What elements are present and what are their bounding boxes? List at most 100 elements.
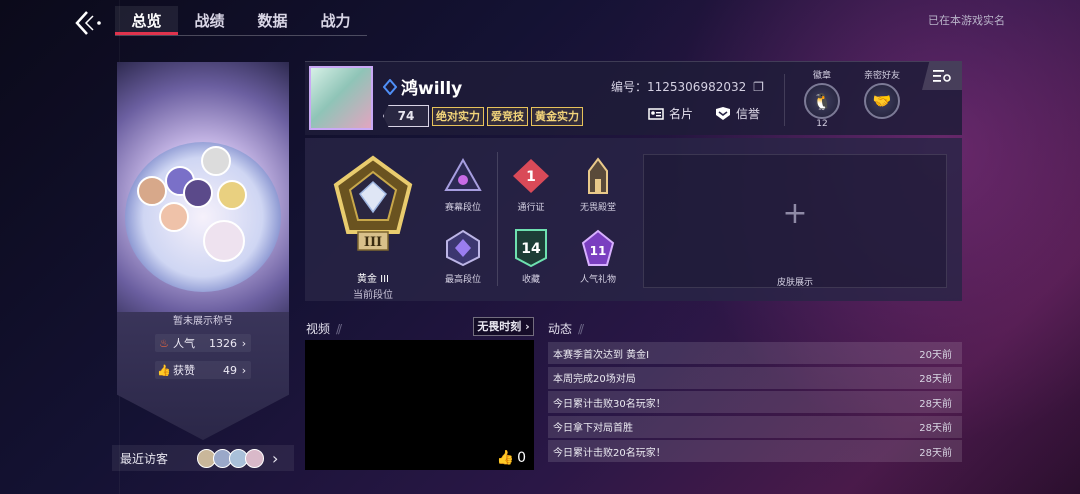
popularity-label: 人气 — [173, 337, 195, 350]
player-level: 74 — [383, 105, 429, 127]
back-button[interactable] — [72, 8, 106, 38]
highest-rank[interactable]: 最高段位 — [435, 228, 491, 285]
player-title: 暂未展示称号 — [173, 316, 233, 327]
tag-loves-competition: 爱竞技 — [487, 106, 528, 126]
valor-moments-label: 无畏时刻 — [477, 320, 522, 333]
feed-section-header: 动态 // — [548, 320, 584, 337]
handshake-icon: 🤝 — [864, 83, 900, 119]
decorative-slashes: // — [336, 322, 342, 336]
recent-visitors-label: 最近访客 — [120, 451, 169, 466]
likes-row[interactable]: 👍 获赞 49 › — [155, 361, 251, 379]
feed-time: 28天前 — [919, 374, 952, 386]
settings-button[interactable] — [922, 62, 962, 90]
feed-section-title: 动态 — [548, 322, 573, 336]
card-artwork — [117, 62, 289, 312]
badge-icon: 🐧 — [804, 83, 840, 119]
video-section-title: 视频 — [306, 322, 331, 336]
feed-text: 本周完成20场对局 — [553, 374, 636, 386]
battle-pass-value: 1 — [526, 169, 536, 185]
likes-label: 获赞 — [173, 364, 195, 377]
hall-of-valor[interactable]: 无畏殿堂 — [570, 156, 626, 213]
profile-panel: 鸿willy 74 绝对实力 爱竞技 黄金实力 编号：1125306982032… — [305, 61, 962, 135]
season-rank-label: 赛幕段位 — [444, 203, 481, 213]
feed-time: 20天前 — [919, 349, 952, 361]
collection-icon: 14 — [511, 228, 551, 268]
battle-pass-icon: 1 — [511, 156, 551, 196]
video-section-header: 视频 // — [306, 320, 342, 337]
tag-gold-strength: 黄金实力 — [531, 106, 583, 126]
recent-visitors-bar[interactable]: 最近访客 › — [112, 445, 294, 471]
badge-label: 徽章 — [812, 71, 831, 81]
player-avatar[interactable] — [309, 66, 373, 130]
tab-bar: 总览 战绩 数据 战力 — [115, 6, 367, 36]
flame-icon: ♨ — [159, 336, 169, 350]
character-face-icon — [217, 180, 247, 210]
visitor-avatar[interactable] — [245, 448, 264, 468]
chevron-right-icon: › — [272, 448, 279, 468]
popularity-gift[interactable]: 11 人气礼物 — [570, 228, 626, 285]
current-rank[interactable]: III 黄金 III 当前段位 — [325, 150, 421, 301]
divider — [497, 152, 498, 286]
realname-status: 已在本游戏实名 — [928, 14, 1005, 27]
gift-value: 11 — [590, 244, 607, 258]
settings-list-icon — [933, 70, 951, 82]
battle-pass[interactable]: 1 通行证 — [503, 156, 559, 213]
svg-text:III: III — [364, 235, 382, 250]
popularity-value: 1326 — [209, 336, 237, 350]
credit-label: 信誉 — [736, 107, 761, 121]
rank-panel: III 黄金 III 当前段位 赛幕段位 最高段位 1 通行证 14 收藏 无畏… — [305, 138, 962, 301]
credit-button[interactable]: 信誉 — [715, 105, 760, 122]
skin-showcase[interactable]: + 皮肤展示 — [643, 154, 947, 288]
player-id-text: 编号：1125306982032 — [611, 80, 747, 94]
hall-icon — [578, 156, 618, 196]
feed-time: 28天前 — [919, 398, 952, 410]
character-face-icon — [183, 178, 213, 208]
tag-absolute-strength: 绝对实力 — [432, 106, 484, 126]
badge-emblem[interactable]: 徽章 🐧 12 — [800, 68, 844, 129]
background-lines — [0, 0, 120, 494]
tab-overview[interactable]: 总览 — [115, 6, 178, 35]
feed-text: 今日累计击败20名玩家！ — [553, 447, 666, 459]
gold-rank-icon: III — [333, 155, 413, 251]
character-card[interactable]: 暂未展示称号 ♨ 人气 1326 › 👍 获赞 49 › — [117, 62, 289, 440]
collection[interactable]: 14 收藏 — [503, 228, 559, 285]
feed-text: 今日拿下对局首胜 — [553, 423, 633, 435]
feed-time: 28天前 — [919, 447, 952, 459]
valor-moments-button[interactable]: 无畏时刻 › — [473, 317, 534, 336]
name-card-button[interactable]: 名片 — [648, 105, 693, 122]
gift-icon: 11 — [578, 228, 618, 268]
chevron-right-icon: › — [241, 363, 247, 377]
video-likes[interactable]: 👍 0 — [497, 450, 526, 466]
close-friends-emblem[interactable]: 亲密好友 🤝 — [860, 68, 904, 119]
season-rank[interactable]: 赛幕段位 — [435, 156, 491, 213]
thumbs-up-icon: 👍 — [496, 450, 515, 466]
list-item[interactable]: 本赛季首次达到 黄金I 20天前 — [548, 342, 962, 364]
add-icon: + — [782, 196, 808, 231]
list-item[interactable]: 今日累计击败30名玩家！ 28天前 — [548, 391, 962, 414]
badge-count: 12 — [816, 119, 828, 129]
divider — [784, 74, 785, 126]
list-item[interactable]: 本周完成20场对局 28天前 — [548, 366, 962, 389]
tab-power[interactable]: 战力 — [304, 6, 367, 35]
skin-showcase-label: 皮肤展示 — [776, 278, 813, 288]
likes-value: 49 — [223, 363, 237, 377]
popularity-row[interactable]: ♨ 人气 1326 › — [155, 334, 251, 352]
video-likes-count: 0 — [517, 450, 526, 466]
collection-value: 14 — [521, 241, 541, 257]
video-player[interactable]: 👍 0 — [305, 340, 534, 470]
tab-records[interactable]: 战绩 — [178, 6, 241, 35]
list-item[interactable]: 今日累计击败20名玩家！ 28天前 — [548, 440, 962, 463]
back-arrow-icon — [75, 11, 101, 35]
character-face-icon — [159, 202, 189, 232]
tab-data[interactable]: 数据 — [241, 6, 304, 35]
gift-label: 人气礼物 — [579, 275, 616, 285]
diamond-icon — [383, 78, 397, 95]
credit-shield-icon — [716, 106, 731, 120]
list-item[interactable]: 今日拿下对局首胜 28天前 — [548, 415, 962, 438]
copy-icon[interactable]: ❐ — [753, 80, 764, 94]
id-card-icon — [648, 107, 664, 120]
decorative-slashes: // — [578, 322, 584, 336]
highest-rank-label: 最高段位 — [444, 275, 481, 285]
battle-pass-label: 通行证 — [517, 203, 545, 213]
current-rank-name: 黄金 III — [356, 274, 390, 285]
